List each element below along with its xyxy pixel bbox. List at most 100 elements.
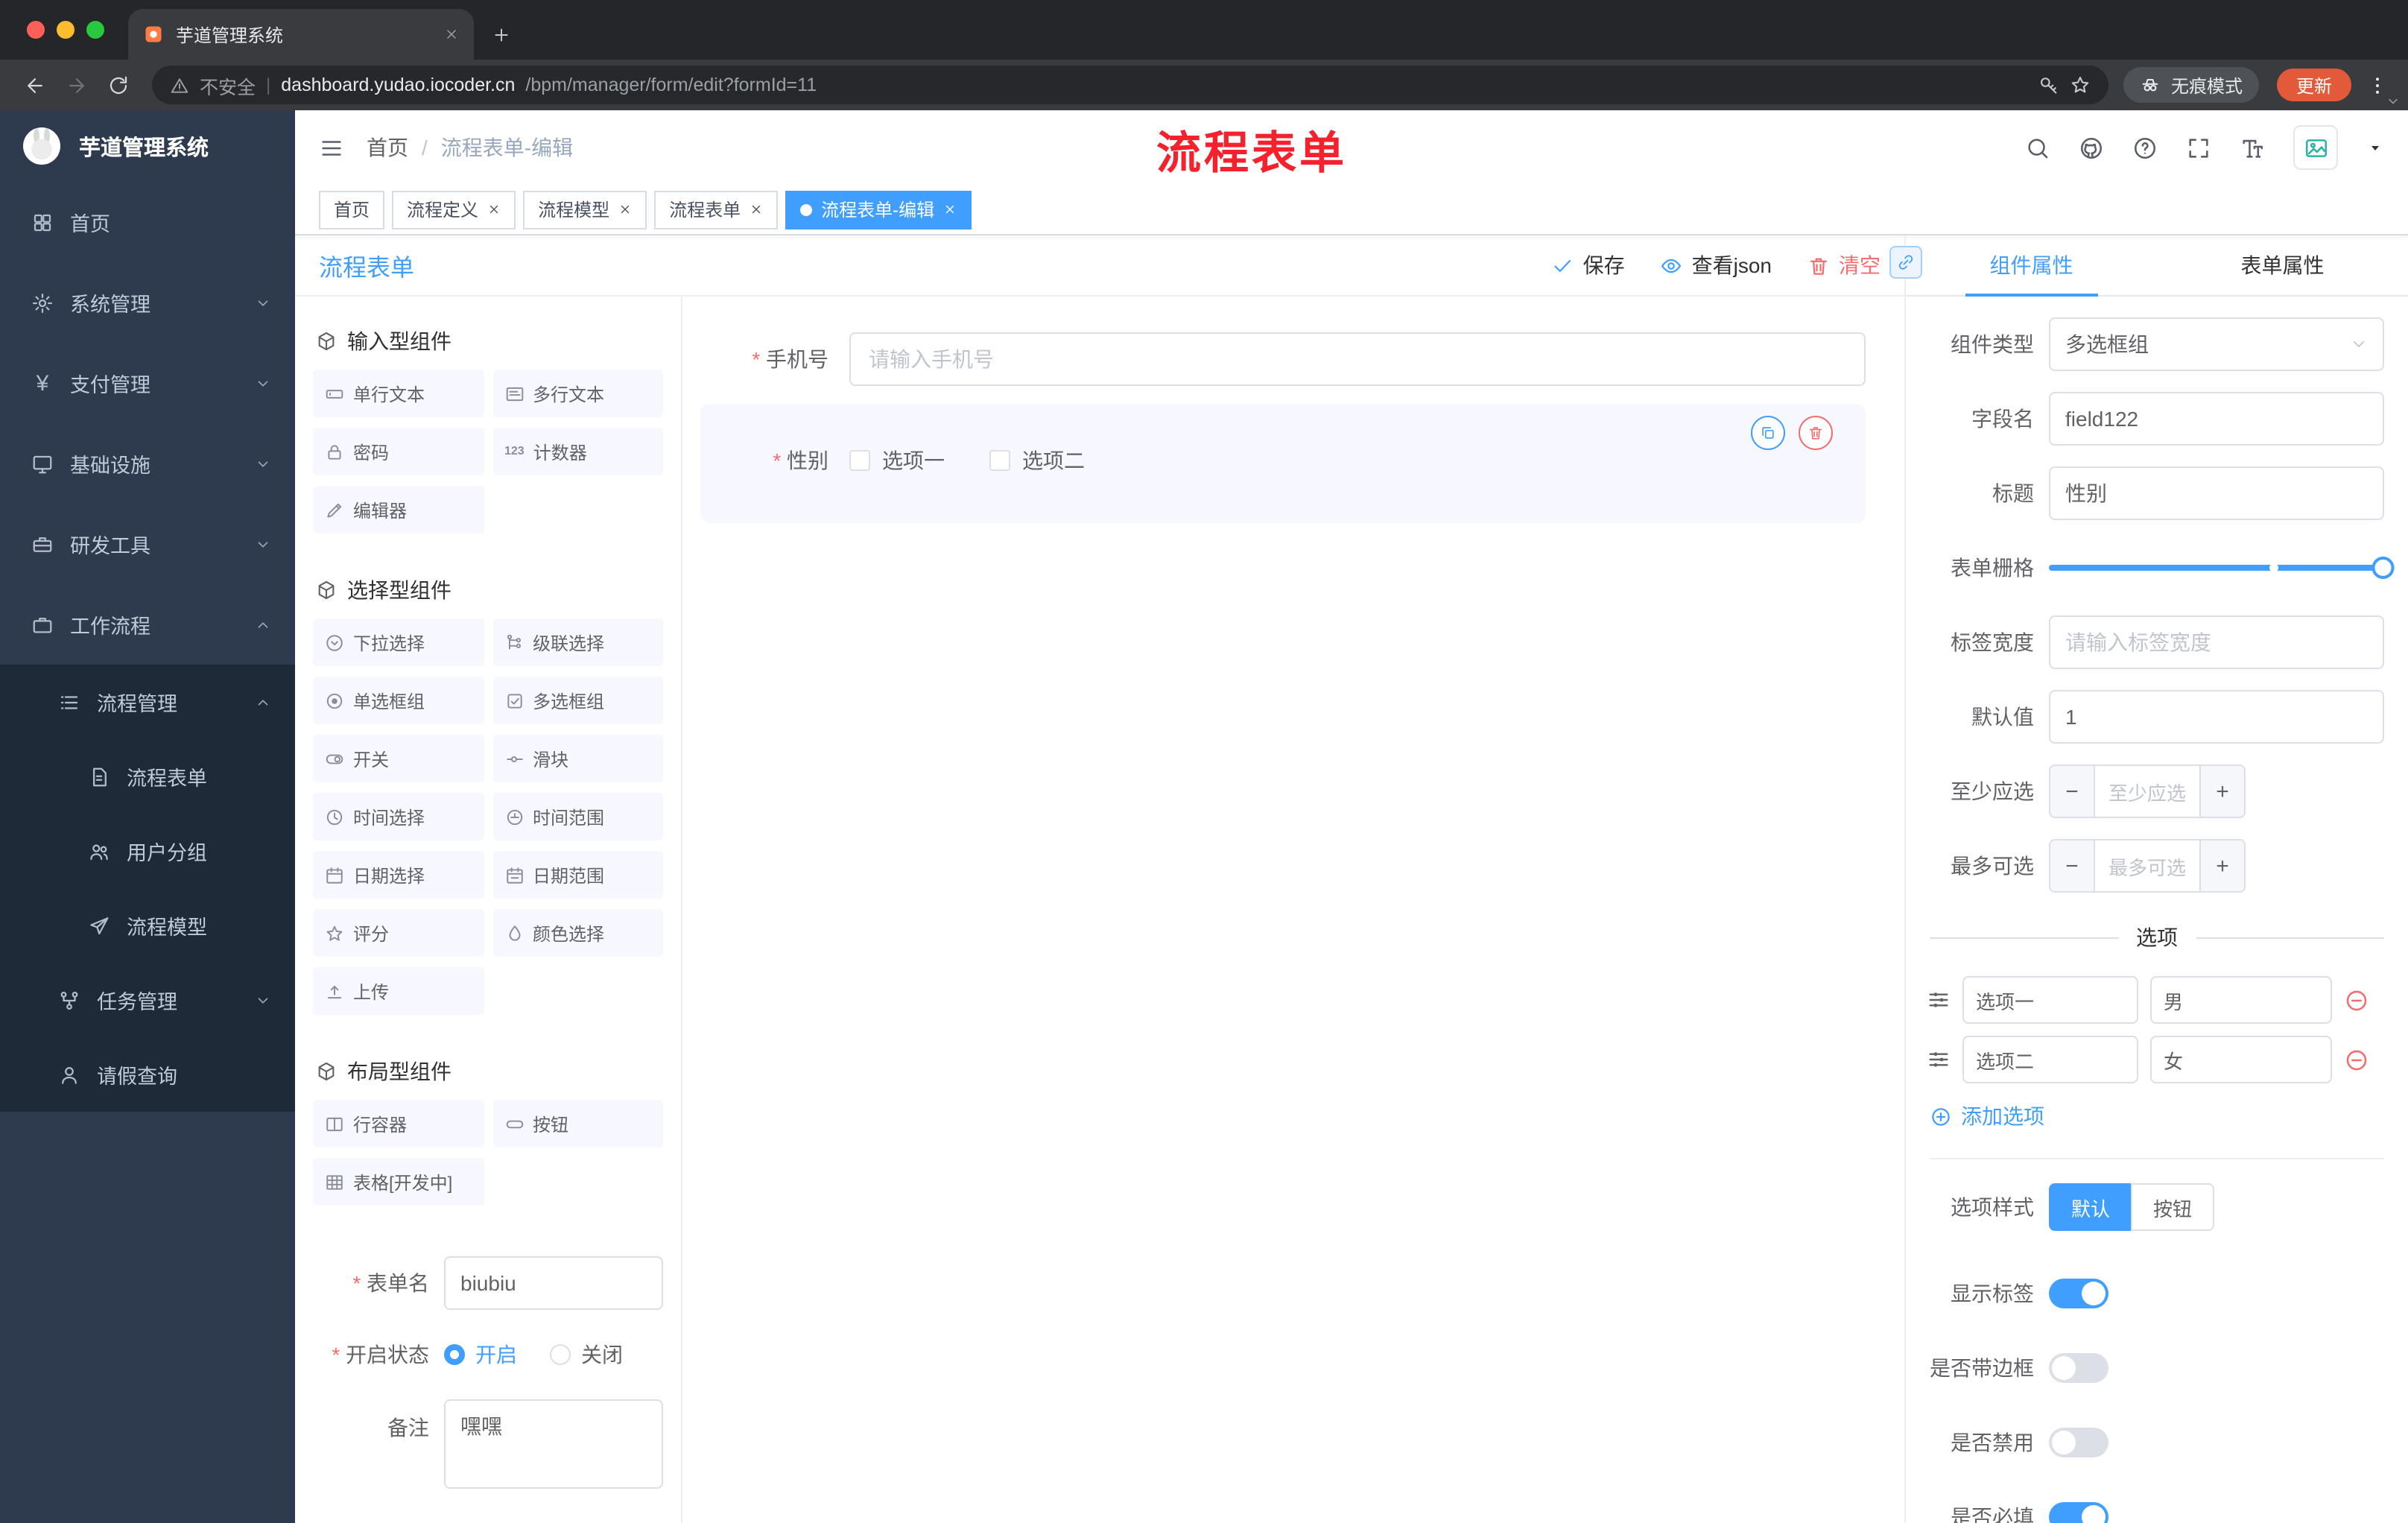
min-select-input[interactable]: 至少应选 xyxy=(2095,766,2199,817)
tag-home[interactable]: 首页 xyxy=(319,190,385,229)
option-2-label-input[interactable] xyxy=(1962,1036,2138,1083)
sidebar-item-process-model[interactable]: 流程模型 xyxy=(0,888,295,963)
canvas-field-gender-selected[interactable]: 性别 选项一 选项二 xyxy=(700,404,1866,523)
slider-track[interactable] xyxy=(2049,557,2395,579)
style-default-button[interactable]: 默认 xyxy=(2049,1183,2133,1231)
component-type-select[interactable]: 多选框组 xyxy=(2049,317,2384,371)
new-tab-button[interactable] xyxy=(492,25,511,45)
stepper-minus-button[interactable]: − xyxy=(2050,840,2095,891)
fullscreen-icon[interactable] xyxy=(2186,135,2211,160)
gender-option-1-checkbox[interactable]: 选项一 xyxy=(849,446,945,475)
max-select-input[interactable]: 最多可选 xyxy=(2095,840,2199,891)
default-value-input[interactable] xyxy=(2049,690,2384,744)
palette-item-upload[interactable]: 上传 xyxy=(313,967,484,1015)
add-option-button[interactable]: 添加选项 xyxy=(1930,1101,2384,1131)
github-icon[interactable] xyxy=(2079,135,2104,160)
toolbar-chevron-icon[interactable] xyxy=(2386,94,2401,109)
palette-item-password[interactable]: 密码 xyxy=(313,428,484,475)
address-bar[interactable]: 不安全 | dashboard.yudao.iocoder.cn/bpm/man… xyxy=(152,66,2108,104)
label-width-input[interactable] xyxy=(2049,615,2384,669)
form-grid-slider[interactable] xyxy=(2049,541,2395,595)
sidebar-item-devtools[interactable]: 研发工具 xyxy=(0,504,295,584)
remove-option-icon[interactable] xyxy=(2344,987,2369,1013)
status-radio-on[interactable]: 开启 xyxy=(444,1340,517,1370)
palette-item-rate[interactable]: 评分 xyxy=(313,909,484,957)
back-button[interactable] xyxy=(15,66,54,104)
palette-item-editor[interactable]: 编辑器 xyxy=(313,486,484,533)
avatar-caret-icon[interactable] xyxy=(2366,139,2384,156)
drag-handle-icon[interactable] xyxy=(1927,1048,1951,1071)
slider-handle[interactable] xyxy=(2371,557,2395,579)
password-key-icon[interactable] xyxy=(2038,75,2059,95)
palette-item-cascader[interactable]: 级联选择 xyxy=(492,618,663,666)
sidebar-item-payment[interactable]: ¥ 支付管理 xyxy=(0,343,295,423)
tab-form-props[interactable]: 表单属性 xyxy=(2157,235,2408,295)
palette-item-time-picker[interactable]: 时间选择 xyxy=(313,793,484,840)
sidebar-item-process-form[interactable]: 流程表单 xyxy=(0,739,295,814)
field-name-input[interactable] xyxy=(2049,392,2384,446)
breadcrumb-home[interactable]: 首页 xyxy=(367,133,408,162)
save-button[interactable]: 保存 xyxy=(1552,250,1625,280)
stepper-plus-button[interactable]: + xyxy=(2199,840,2244,891)
palette-item-color-picker[interactable]: 颜色选择 xyxy=(492,909,663,957)
style-button-button[interactable]: 按钮 xyxy=(2131,1183,2215,1231)
palette-item-select[interactable]: 下拉选择 xyxy=(313,618,484,666)
border-toggle[interactable] xyxy=(2049,1353,2108,1383)
maximize-window-button[interactable] xyxy=(86,21,104,39)
palette-item-row-container[interactable]: 行容器 xyxy=(313,1100,484,1147)
palette-item-radio-group[interactable]: 单选框组 xyxy=(313,677,484,724)
doc-link-button[interactable] xyxy=(1889,246,1922,279)
option-1-value-input[interactable] xyxy=(2150,976,2332,1024)
show-label-toggle[interactable] xyxy=(2049,1279,2108,1308)
tag-close-icon[interactable] xyxy=(618,203,632,216)
user-avatar[interactable] xyxy=(2293,125,2338,170)
close-window-button[interactable] xyxy=(27,21,45,39)
palette-item-button[interactable]: 按钮 xyxy=(492,1100,663,1147)
clear-button[interactable]: 清空 xyxy=(1807,250,1881,280)
sidebar-item-process-mgmt[interactable]: 流程管理 xyxy=(0,665,295,739)
form-remark-textarea[interactable]: 嘿嘿 xyxy=(444,1399,663,1489)
palette-item-counter[interactable]: 123 计数器 xyxy=(492,428,663,475)
palette-item-date-picker[interactable]: 日期选择 xyxy=(313,851,484,899)
palette-item-date-range[interactable]: 日期范围 xyxy=(492,851,663,899)
forward-button[interactable] xyxy=(57,66,95,104)
form-name-input[interactable] xyxy=(444,1256,663,1310)
palette-item-time-range[interactable]: 时间范围 xyxy=(492,793,663,840)
tag-process-definition[interactable]: 流程定义 xyxy=(392,190,516,229)
minimize-window-button[interactable] xyxy=(57,21,75,39)
sidebar-item-system[interactable]: 系统管理 xyxy=(0,262,295,343)
option-2-value-input[interactable] xyxy=(2150,1036,2332,1083)
canvas-field-phone[interactable]: 手机号 xyxy=(700,332,1866,386)
font-size-icon[interactable] xyxy=(2240,135,2265,160)
tab-component-props[interactable]: 组件属性 xyxy=(1906,235,2157,297)
palette-item-switch[interactable]: 开关 xyxy=(313,735,484,782)
status-radio-off[interactable]: 关闭 xyxy=(550,1340,623,1370)
disabled-toggle[interactable] xyxy=(2049,1428,2108,1457)
sidebar-item-task-mgmt[interactable]: 任务管理 xyxy=(0,963,295,1037)
update-button[interactable]: 更新 xyxy=(2276,69,2351,101)
bookmark-star-icon[interactable] xyxy=(2070,75,2091,95)
remove-option-icon[interactable] xyxy=(2344,1047,2369,1072)
delete-component-button[interactable] xyxy=(1799,416,1833,450)
stepper-minus-button[interactable]: − xyxy=(2050,766,2095,817)
drag-handle-icon[interactable] xyxy=(1927,988,1951,1012)
required-toggle[interactable] xyxy=(2049,1502,2108,1523)
palette-item-checkbox-group[interactable]: 多选框组 xyxy=(492,677,663,724)
reload-button[interactable] xyxy=(98,66,137,104)
tag-process-form-edit[interactable]: 流程表单-编辑 xyxy=(785,190,972,229)
palette-item-textarea[interactable]: 多行文本 xyxy=(492,370,663,417)
tag-close-icon[interactable] xyxy=(943,203,957,216)
stepper-plus-button[interactable]: + xyxy=(2199,766,2244,817)
sidebar-toggle-icon[interactable] xyxy=(319,135,344,160)
tag-close-icon[interactable] xyxy=(750,203,763,216)
sidebar-item-leave-query[interactable]: 请假查询 xyxy=(0,1037,295,1112)
duplicate-component-button[interactable] xyxy=(1751,416,1785,450)
sidebar-item-workflow[interactable]: 工作流程 xyxy=(0,584,295,665)
palette-item-single-text[interactable]: 单行文本 xyxy=(313,370,484,417)
help-icon[interactable] xyxy=(2132,135,2158,160)
title-input[interactable] xyxy=(2049,466,2384,520)
gender-option-2-checkbox[interactable]: 选项二 xyxy=(989,446,1085,475)
palette-item-slider[interactable]: 滑块 xyxy=(492,735,663,782)
browser-tab[interactable]: 芋道管理系统 xyxy=(128,9,474,60)
tab-close-icon[interactable] xyxy=(444,27,459,42)
